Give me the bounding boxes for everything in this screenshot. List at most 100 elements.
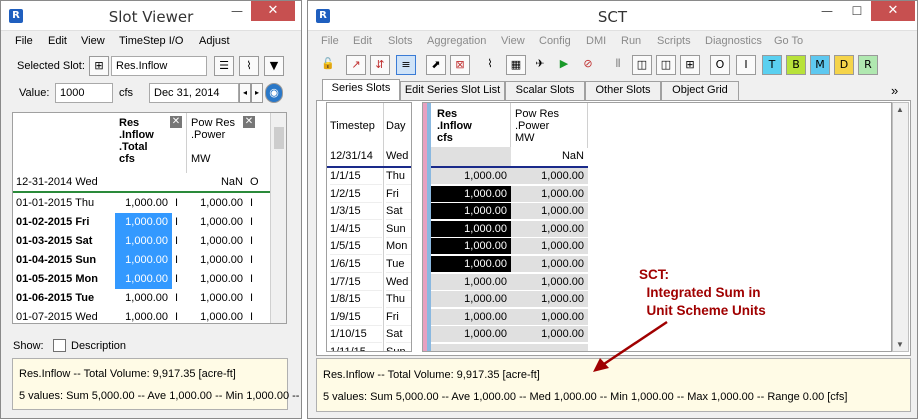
value-cell[interactable]: 1,000.00 <box>431 168 511 185</box>
menu-file[interactable]: File <box>15 35 33 47</box>
sum-icon[interactable]: ◫ <box>632 55 652 75</box>
lock-icon[interactable]: 🔓 <box>318 55 338 75</box>
value-cell[interactable]: 1,000.00 <box>511 308 588 326</box>
flag-i-button[interactable]: I <box>736 55 756 75</box>
close-column-icon[interactable]: ✕ <box>170 116 182 128</box>
close-button[interactable]: ✕ <box>251 1 295 21</box>
close-column-icon[interactable]: ✕ <box>243 116 255 128</box>
date-field[interactable]: Dec 31, 2014 <box>149 83 239 103</box>
value-cell[interactable]: 1,000.00 <box>115 232 172 251</box>
col-header-res-inflow[interactable]: Res .Inflow .Total cfs ✕ <box>115 113 187 173</box>
dropdown-arrow-icon[interactable]: ▼ <box>264 56 284 76</box>
run-icon[interactable]: ▶ <box>554 55 574 75</box>
tab-other-slots[interactable]: Other Slots <box>585 81 661 100</box>
value-cell[interactable]: 1,000.00 <box>115 289 172 308</box>
value-cell[interactable]: 1,000.00 <box>431 185 511 203</box>
flag-r-button[interactable]: R <box>858 55 878 75</box>
run-partial-icon[interactable]: ✈ <box>530 55 550 75</box>
value-cell[interactable]: 1,000.00 <box>187 308 247 323</box>
remove-slot-icon[interactable]: ⇵ <box>370 55 390 75</box>
col-header-res-inflow[interactable]: Res .Inflow cfs <box>431 103 511 148</box>
menu-edit[interactable]: Edit <box>353 35 372 47</box>
value-cell[interactable] <box>115 173 172 192</box>
menu-file[interactable]: File <box>321 35 339 47</box>
stop-icon[interactable]: ⊘ <box>578 55 598 75</box>
open-object-icon[interactable]: ⬈ <box>426 55 446 75</box>
selected-slot-field[interactable]: Res.Inflow <box>111 56 207 76</box>
flag-t-button[interactable]: T <box>762 55 782 75</box>
value-cell[interactable]: 1,000.00 <box>511 256 588 273</box>
value-cell[interactable]: 1,000.00 <box>431 326 511 344</box>
next-date-icon[interactable]: ▸ <box>251 83 263 103</box>
value-cell[interactable]: 1,000.00 <box>115 308 172 323</box>
minimize-button[interactable]: — <box>223 1 251 21</box>
menu-view[interactable]: View <box>501 35 525 47</box>
value-cell[interactable]: 1,000.00 <box>511 203 588 221</box>
initial-value-cell[interactable]: NaN <box>511 147 588 166</box>
col-header-pow-res[interactable]: Pow Res .Power MW <box>511 103 588 148</box>
menu-edit[interactable]: Edit <box>48 35 67 47</box>
scroll-up-icon[interactable]: ▲ <box>896 105 904 114</box>
value-cell[interactable]: 1,000.00 <box>431 308 511 326</box>
menu-dmi[interactable]: DMI <box>586 35 606 47</box>
value-cell[interactable]: 1,000.00 <box>115 213 172 232</box>
menu-scripts[interactable]: Scripts <box>657 35 691 47</box>
minimize-button[interactable]: — <box>813 1 841 21</box>
sct-scrollbar[interactable]: ▲ ▼ <box>892 102 909 352</box>
value-cell[interactable]: 1,000.00 <box>431 256 511 273</box>
prev-date-icon[interactable]: ◂ <box>239 83 251 103</box>
menu-goto[interactable]: Go To <box>774 35 803 47</box>
value-cell[interactable]: 1,000.00 <box>431 220 511 238</box>
flag-m-button[interactable]: M <box>810 55 830 75</box>
tab-scalar-slots[interactable]: Scalar Slots <box>505 81 585 100</box>
value-cell[interactable]: 1,000.00 <box>115 270 172 289</box>
tab-object-grid[interactable]: Object Grid <box>661 81 739 100</box>
menu-adjust[interactable]: Adjust <box>199 35 230 47</box>
value-cell[interactable]: 1,000.00 <box>511 238 588 256</box>
value-cell[interactable]: 1,000.00 <box>511 291 588 309</box>
value-cell[interactable]: NaN <box>187 173 247 192</box>
value-cell[interactable]: 1,000.00 <box>431 238 511 256</box>
plot-icon[interactable]: ⌇ <box>480 55 500 75</box>
value-cell[interactable] <box>511 344 588 351</box>
scroll-down-icon[interactable]: ▼ <box>896 340 904 349</box>
value-cell[interactable]: 1,000.00 <box>431 273 511 291</box>
value-cell[interactable]: 1,000.00 <box>115 251 172 270</box>
plot-icon[interactable]: ⌇ <box>239 56 259 76</box>
add-slot-icon[interactable]: ↗ <box>346 55 366 75</box>
value-cell[interactable]: 1,000.00 <box>187 289 247 308</box>
menu-view[interactable]: View <box>81 35 105 47</box>
maximize-button[interactable]: ☐ <box>843 1 871 21</box>
value-cell[interactable]: 1,000.00 <box>187 270 247 289</box>
more-tabs-icon[interactable]: » <box>891 83 898 98</box>
value-cell[interactable]: 1,000.00 <box>431 203 511 221</box>
slot-viewer-scrollbar[interactable] <box>270 113 286 323</box>
list-icon[interactable]: ☰ <box>214 56 234 76</box>
value-cell[interactable]: 1,000.00 <box>511 326 588 344</box>
menu-run[interactable]: Run <box>621 35 641 47</box>
value-cell[interactable]: 1,000.00 <box>511 185 588 203</box>
value-cell[interactable]: 1,000.00 <box>115 194 172 213</box>
value-field[interactable]: 1000 <box>55 83 113 103</box>
menu-aggregation[interactable]: Aggregation <box>427 35 486 47</box>
summary-icon[interactable]: ◫ <box>656 55 676 75</box>
calculator-icon[interactable]: ▦ <box>506 55 526 75</box>
value-cell[interactable]: 1,000.00 <box>511 273 588 291</box>
value-cell[interactable]: 1,000.00 <box>187 232 247 251</box>
value-cell[interactable]: 1,000.00 <box>511 168 588 185</box>
clear-icon[interactable]: ⊠ <box>450 55 470 75</box>
value-cell[interactable]: 1,000.00 <box>187 213 247 232</box>
value-cell[interactable] <box>431 344 511 351</box>
slot-graph-icon[interactable]: ⊞ <box>89 56 109 76</box>
value-cell[interactable]: 1,000.00 <box>431 291 511 309</box>
close-button[interactable]: ✕ <box>871 1 915 21</box>
flag-o-button[interactable]: O <box>710 55 730 75</box>
menu-timestep-io[interactable]: TimeStep I/O <box>119 35 183 47</box>
menu-slots[interactable]: Slots <box>388 35 412 47</box>
value-cell[interactable]: 1,000.00 <box>511 220 588 238</box>
value-cell[interactable]: 1,000.00 <box>187 251 247 270</box>
orientation-icon[interactable]: ≡ <box>396 55 416 75</box>
description-checkbox[interactable] <box>53 339 66 352</box>
flag-d-button[interactable]: D <box>834 55 854 75</box>
stats-icon[interactable]: ⊞ <box>680 55 700 75</box>
